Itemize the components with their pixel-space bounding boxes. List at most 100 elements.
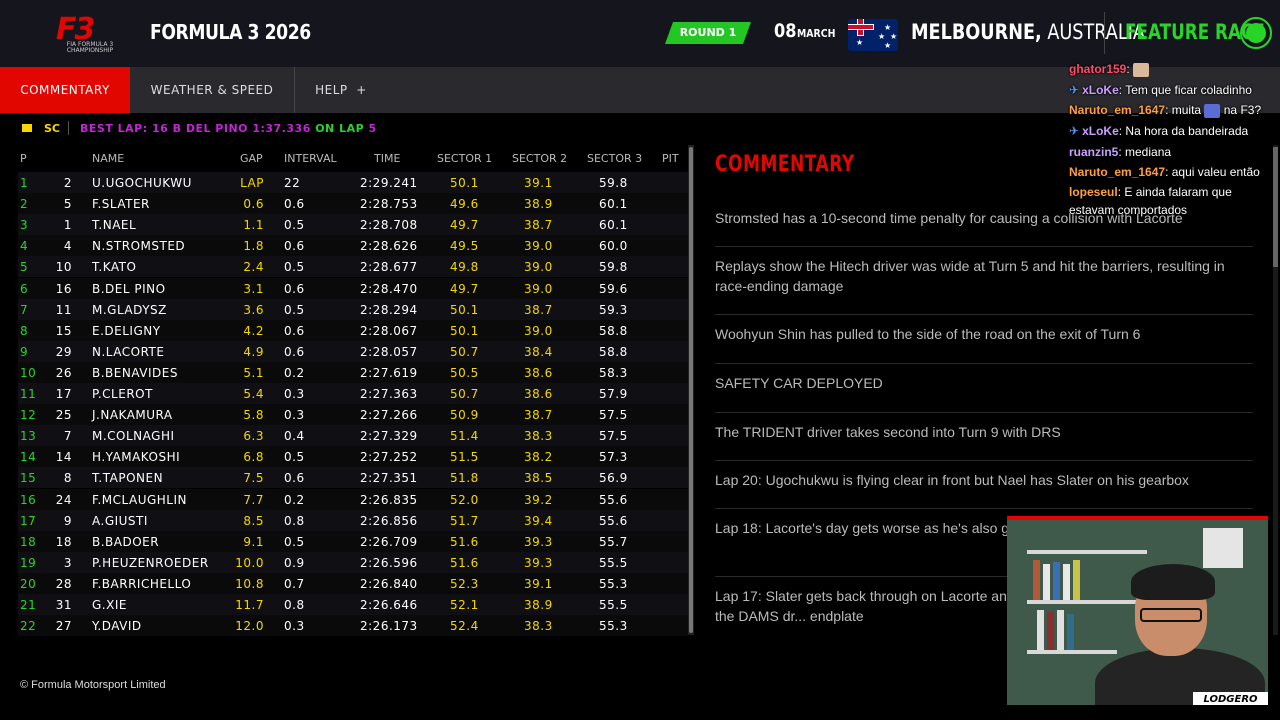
col-sector-3: SECTOR 3 xyxy=(587,152,643,165)
row-time: 2:28.470 xyxy=(360,281,418,296)
chat-username[interactable]: ghator159 xyxy=(1069,62,1126,76)
cam-shelf xyxy=(1027,650,1117,654)
best-lap-detail: 16 B DEL PINO 1:37.336 xyxy=(151,122,311,135)
row-sector-1: 51.4 xyxy=(450,429,479,444)
stream-chat-overlay: ghator159: ✈ xLoKe: Tem que ficar coladin… xyxy=(1065,58,1280,220)
table-row[interactable]: 22 27 Y.DAVID 12.0 0.3 2:26.173 52.4 38.3 55.3 xyxy=(18,615,688,637)
row-sector-3: 55.5 xyxy=(599,555,628,570)
chat-username[interactable]: Naruto_em_1647 xyxy=(1069,165,1165,179)
chat-username[interactable]: ruanzin5 xyxy=(1069,145,1118,159)
row-sector-3: 57.5 xyxy=(599,408,628,423)
row-sector-3: 58.8 xyxy=(599,344,628,359)
table-row[interactable]: 17 9 A.GIUSTI 8.5 0.8 2:26.856 51.7 39.4 55.6 xyxy=(18,509,688,531)
row-driver-name: E.DELIGNY xyxy=(92,323,161,338)
col-interval: INTERVAL xyxy=(284,152,337,165)
table-row[interactable]: 13 7 M.COLNAGHI 6.3 0.4 2:27.329 51.4 38.3 57.5 xyxy=(18,425,688,447)
row-driver-name: U.UGOCHUKWU xyxy=(92,176,192,190)
row-position: 20 xyxy=(20,576,37,591)
table-row[interactable]: 6 16 B.DEL PINO 3.1 0.6 2:28.470 49.7 39.0 59.6 xyxy=(18,277,688,299)
row-sector-1: 49.5 xyxy=(450,239,479,254)
table-row[interactable]: 1 2 U.UGOCHUKWU LAP 22 2:29.241 50.1 39.1 59.8 xyxy=(18,172,688,193)
row-position: 16 xyxy=(20,492,37,507)
tab-help[interactable]: HELP + xyxy=(295,67,387,113)
row-sector-2: 38.3 xyxy=(524,429,553,444)
row-position: 10 xyxy=(20,365,37,380)
row-sector-3: 59.3 xyxy=(599,302,628,317)
row-time: 2:28.294 xyxy=(360,302,418,317)
f3-logo[interactable]: F3 FIA FORMULA 3 CHAMPIONSHIP xyxy=(48,12,132,54)
chat-username[interactable]: Naruto_em_1647 xyxy=(1069,103,1165,117)
tab-commentary[interactable]: COMMENTARY xyxy=(0,67,130,113)
row-sector-3: 55.6 xyxy=(599,492,628,507)
table-row[interactable]: 12 25 J.NAKAMURA 5.8 0.3 2:27.266 50.9 38.7 57.5 xyxy=(18,404,688,426)
table-row[interactable]: 11 17 P.CLEROT 5.4 0.3 2:27.363 50.7 38.6 57.9 xyxy=(18,383,688,404)
table-row[interactable]: 2 5 F.SLATER 0.6 0.6 2:28.753 49.6 38.9 60.1 xyxy=(18,193,688,215)
chat-emote-icon xyxy=(1204,103,1221,118)
row-sector-2: 38.7 xyxy=(524,408,553,423)
table-row[interactable]: 21 31 G.XIE 11.7 0.8 2:26.646 52.1 38.9 55.5 xyxy=(18,594,688,615)
row-sector-1: 49.7 xyxy=(450,281,479,296)
row-interval: 0.4 xyxy=(284,429,305,444)
row-interval: 22 xyxy=(284,176,301,190)
chat-badge-icon: ✈ xyxy=(1069,124,1080,138)
chat-username[interactable]: xLoKe xyxy=(1082,83,1119,97)
row-car-number: 3 xyxy=(63,555,72,570)
table-row[interactable]: 20 28 F.BARRICHELLO 10.8 0.7 2:26.840 52.3 39.1… xyxy=(18,572,688,594)
page-scrollbar-thumb[interactable] xyxy=(1273,147,1278,267)
table-row[interactable]: 19 3 P.HEUZENROEDER 10.0 0.9 2:26.596 51.6 39.3… xyxy=(18,551,688,573)
cam-book xyxy=(1063,564,1070,600)
row-car-number: 8 xyxy=(63,471,72,486)
chat-text: na F3? xyxy=(1220,103,1262,117)
table-row[interactable]: 8 15 E.DELIGNY 4.2 0.6 2:28.067 50.1 39.0 58.8 xyxy=(18,319,688,341)
row-position: 14 xyxy=(20,450,37,465)
row-car-number: 10 xyxy=(55,260,72,275)
chat-message: Naruto_em_1647: aqui valeu então xyxy=(1069,163,1274,181)
table-scrollbar-thumb[interactable] xyxy=(689,147,693,633)
table-row[interactable]: 18 18 B.BADOER 9.1 0.5 2:26.709 51.6 39.3 55.7 xyxy=(18,530,688,552)
table-row[interactable]: 15 8 T.TAPONEN 7.5 0.6 2:27.351 51.8 38.5 56.9 xyxy=(18,467,688,489)
chat-message: Naruto_em_1647: muita na F3? xyxy=(1069,101,1274,119)
chat-username[interactable]: lopeseul xyxy=(1069,185,1118,199)
chat-message: ✈ xLoKe: Tem que ficar coladinho xyxy=(1069,81,1274,99)
row-sector-3: 57.9 xyxy=(599,387,628,401)
row-time: 2:29.241 xyxy=(360,176,418,190)
row-interval: 0.5 xyxy=(284,534,305,549)
row-sector-1: 50.7 xyxy=(450,387,479,401)
row-interval: 0.8 xyxy=(284,598,305,612)
table-row[interactable]: 10 26 B.BENAVIDES 5.1 0.2 2:27.619 50.5 38.6 58.… xyxy=(18,361,688,383)
tab-weather-speed[interactable]: WEATHER & SPEED xyxy=(130,67,294,113)
row-sector-2: 38.7 xyxy=(524,302,553,317)
row-position: 3 xyxy=(20,218,29,233)
row-position: 1 xyxy=(20,176,29,190)
table-row[interactable]: 4 4 N.STROMSTED 1.8 0.6 2:28.626 49.5 39.0 60.0 xyxy=(18,235,688,257)
table-row[interactable]: 5 10 T.KATO 2.4 0.5 2:28.677 49.8 39.0 59.8 xyxy=(18,256,688,278)
table-row[interactable]: 9 29 N.LACORTE 4.9 0.6 2:28.057 50.7 38.4 58.8 xyxy=(18,340,688,362)
page-scrollbar[interactable] xyxy=(1273,145,1278,635)
row-driver-name: N.LACORTE xyxy=(92,344,165,359)
row-gap: 4.9 xyxy=(243,344,264,359)
table-row[interactable]: 7 11 M.GLADYSZ 3.6 0.5 2:28.294 50.1 38.7 59.3 xyxy=(18,298,688,320)
row-time: 2:26.840 xyxy=(360,576,418,591)
table-row[interactable]: 16 24 F.MCLAUGHLIN 7.7 0.2 2:26.835 52.0 39.2 55… xyxy=(18,488,688,510)
row-gap: 9.1 xyxy=(243,534,264,549)
row-sector-1: 51.8 xyxy=(450,471,479,486)
championship-title: FORMULA 3 2026 xyxy=(150,20,311,44)
row-sector-3: 55.3 xyxy=(599,576,628,591)
table-row[interactable]: 3 1 T.NAEL 1.1 0.5 2:28.708 49.7 38.7 60.1 xyxy=(18,214,688,236)
chat-text: : muita xyxy=(1165,103,1205,117)
chat-text: : xyxy=(1126,62,1134,76)
row-driver-name: H.YAMAKOSHI xyxy=(92,450,181,465)
chat-message: ghator159: xyxy=(1069,60,1274,78)
row-time: 2:27.351 xyxy=(360,471,418,486)
row-interval: 0.6 xyxy=(284,471,305,486)
cam-book xyxy=(1043,564,1050,600)
chat-username[interactable]: xLoKe xyxy=(1082,124,1119,138)
row-gap: 1.1 xyxy=(243,218,264,233)
table-scrollbar[interactable] xyxy=(688,145,694,635)
row-sector-3: 58.8 xyxy=(599,323,628,338)
row-sector-2: 38.7 xyxy=(524,218,553,233)
row-sector-1: 50.7 xyxy=(450,344,479,359)
row-position: 8 xyxy=(20,323,29,338)
live-indicator-icon xyxy=(1240,17,1272,49)
table-row[interactable]: 14 14 H.YAMAKOSHI 6.8 0.5 2:27.252 51.5 38.2 57.… xyxy=(18,446,688,468)
